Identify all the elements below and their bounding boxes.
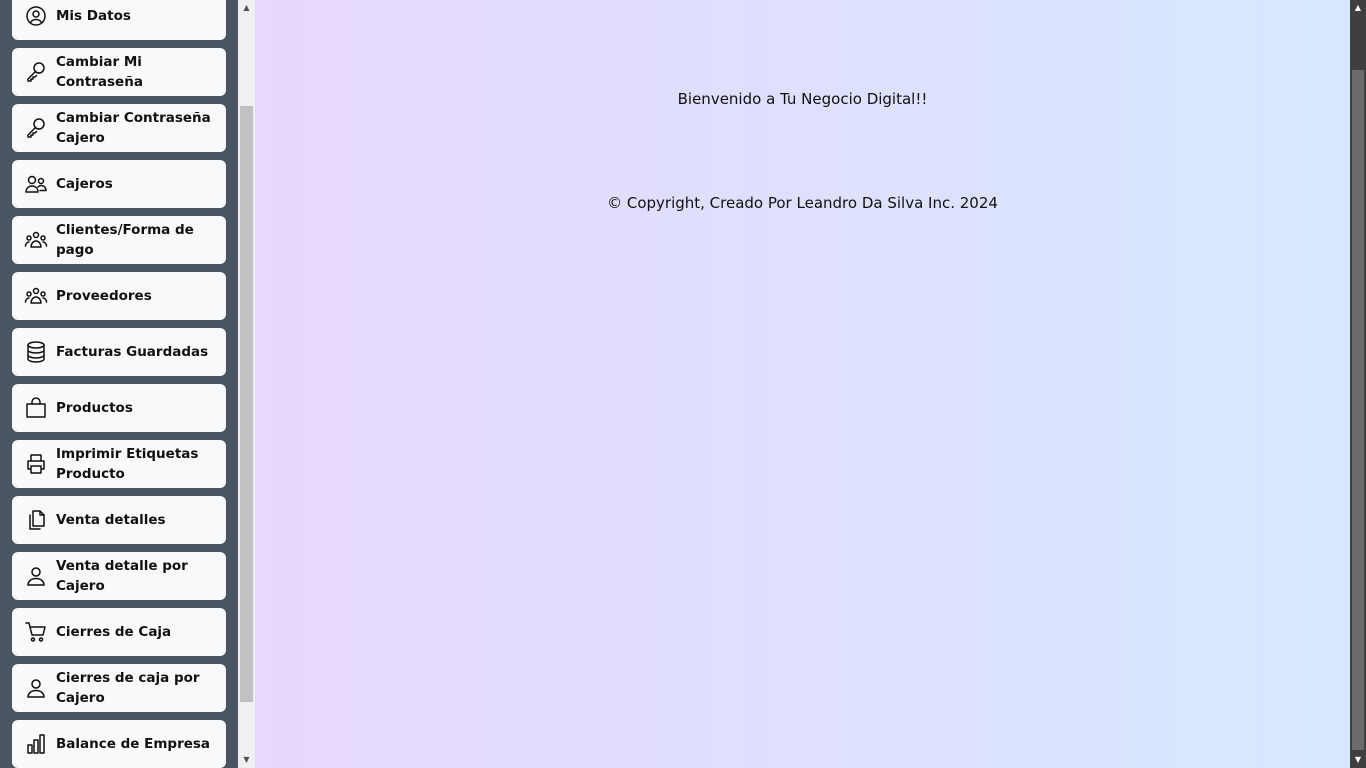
sidebar-item-label: Mis Datos xyxy=(56,8,131,24)
files-icon xyxy=(29,510,45,530)
sidebar-item-proveedores[interactable]: Proveedores xyxy=(12,272,226,320)
printer-icon xyxy=(27,454,45,474)
sidebar-item-label: Cajeros xyxy=(56,176,113,192)
sidebar-item-label: Imprimir Etiquetas Producto xyxy=(56,446,199,482)
welcome-text: Bienvenido a Tu Negocio Digital!! xyxy=(677,90,928,108)
people-group-icon xyxy=(24,287,48,304)
sidebar-item-clientes-forma-de-pago[interactable]: Clientes/Forma de pago xyxy=(12,216,226,264)
scrollbar-thumb[interactable] xyxy=(240,106,253,702)
sidebar-item-balance-de-empresa[interactable]: Balance de Empresa xyxy=(12,720,226,768)
sidebar-item-cierres-de-caja-por-cajero[interactable]: Cierres de caja por Cajero xyxy=(12,664,226,712)
sidebar-item-venta-detalle-por-cajero[interactable]: Venta detalle por Cajero xyxy=(12,552,226,600)
sidebar-item-mis-datos[interactable]: Mis Datos xyxy=(12,0,226,40)
cart-icon xyxy=(25,622,46,642)
sidebar-item-facturas-guardadas[interactable]: Facturas Guardadas xyxy=(12,328,226,376)
sidebar-item-label: Cambiar Contraseña Cajero xyxy=(56,110,211,146)
sidebar-item-cambiar-mi-contrasen-a[interactable]: Cambiar Mi Contraseña xyxy=(12,48,226,96)
sidebar-item-label: Cierres de Caja xyxy=(56,624,172,640)
users-icon xyxy=(25,175,47,193)
sidebar-item-label: Clientes/Forma de pago xyxy=(56,222,194,258)
people-group-icon xyxy=(24,231,48,248)
scroll-up-arrow[interactable]: ▲ xyxy=(238,0,255,16)
scrollbar-thumb[interactable] xyxy=(1352,70,1364,750)
key-icon xyxy=(27,62,45,82)
sidebar-item-imprimir-etiquetas-producto[interactable]: Imprimir Etiquetas Producto xyxy=(12,440,226,488)
main-content: Bienvenido a Tu Negocio Digital!! © Copy… xyxy=(255,0,1350,768)
copyright-text: © Copyright, Creado Por Leandro Da Silva… xyxy=(607,194,998,212)
user-icon xyxy=(27,679,45,698)
sidebar-item-label: Productos xyxy=(56,400,133,416)
bar-chart-icon xyxy=(27,734,45,754)
user-circle-icon xyxy=(26,6,46,26)
sidebar-item-label: Balance de Empresa xyxy=(56,736,211,752)
sidebar-item-label: Proveedores xyxy=(56,288,152,304)
sidebar-item-label: Venta detalle por Cajero xyxy=(56,558,188,594)
key-icon xyxy=(27,118,45,138)
sidebar-item-label: Cambiar Mi Contraseña xyxy=(56,54,143,90)
sidebar-item-cajeros[interactable]: Cajeros xyxy=(12,160,226,208)
sidebar: Mis Datos Cambiar Mi Contraseña Cambiar Co… xyxy=(0,0,238,768)
scroll-down-arrow[interactable]: ▼ xyxy=(238,752,255,768)
sidebar-item-label: Cierres de caja por Cajero xyxy=(56,670,200,706)
shopping-bag-icon xyxy=(26,397,46,418)
sidebar-item-label: Venta detalles xyxy=(56,512,166,528)
scroll-down-arrow[interactable]: ▼ xyxy=(1350,752,1366,768)
sidebar-item-label: Facturas Guardadas xyxy=(56,344,209,360)
database-icon xyxy=(27,341,45,363)
scroll-up-arrow[interactable]: ▲ xyxy=(1350,0,1366,16)
sidebar-item-venta-detalles[interactable]: Venta detalles xyxy=(12,496,226,544)
sidebar-item-cambiar-contrasen-a-cajero[interactable]: Cambiar Contraseña Cajero xyxy=(12,104,226,152)
user-icon xyxy=(27,567,45,586)
sidebar-item-productos[interactable]: Productos xyxy=(12,384,226,432)
page-scrollbar[interactable]: ▲ ▼ xyxy=(1350,0,1366,768)
sidebar-item-cierres-de-caja[interactable]: Cierres de Caja xyxy=(12,608,226,656)
sidebar-scrollbar[interactable]: ▲ ▼ xyxy=(238,0,255,768)
